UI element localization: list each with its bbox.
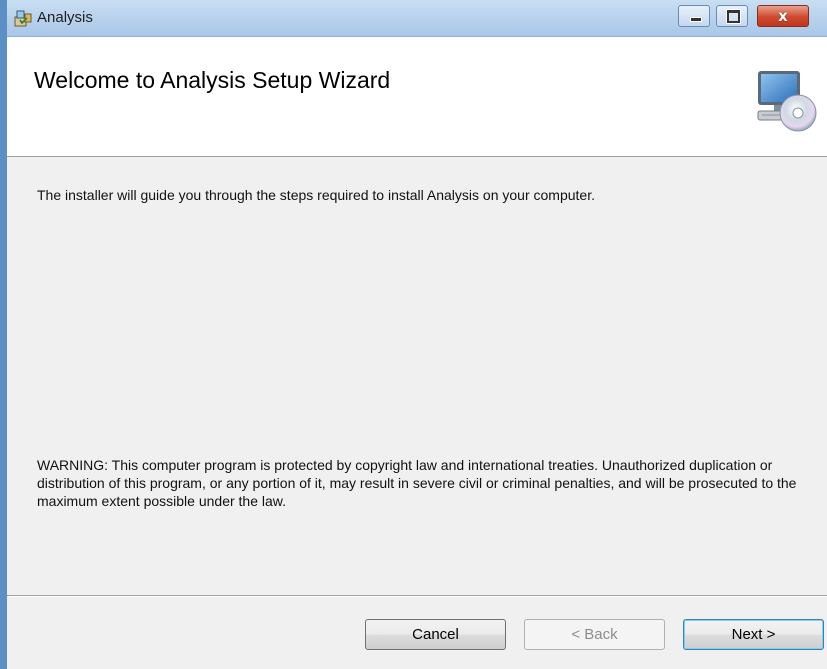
installer-app-icon <box>14 10 32 27</box>
page-title: Welcome to Analysis Setup Wizard <box>34 67 391 93</box>
footer-divider <box>7 595 827 597</box>
minimize-icon <box>690 17 702 22</box>
back-button[interactable]: < Back <box>524 619 665 650</box>
cancel-button[interactable]: Cancel <box>365 619 506 650</box>
maximize-icon <box>726 9 741 24</box>
copyright-warning: WARNING: This computer program is protec… <box>37 457 797 509</box>
computer-cd-icon <box>757 71 817 132</box>
intro-text: The installer will guide you through the… <box>37 187 595 203</box>
maximize-button[interactable] <box>716 5 748 27</box>
wizard-banner: Welcome to Analysis Setup Wizard <box>7 37 827 157</box>
window-title: Analysis <box>37 9 93 26</box>
title-bar[interactable]: Analysis x <box>7 0 827 37</box>
close-button[interactable]: x <box>757 5 809 27</box>
setup-wizard-window: Analysis x Welcome to Analysis Setup Wiz… <box>0 0 827 669</box>
minimize-button[interactable] <box>678 5 710 27</box>
next-button[interactable]: Next > <box>683 619 824 650</box>
close-icon: x <box>778 7 788 25</box>
